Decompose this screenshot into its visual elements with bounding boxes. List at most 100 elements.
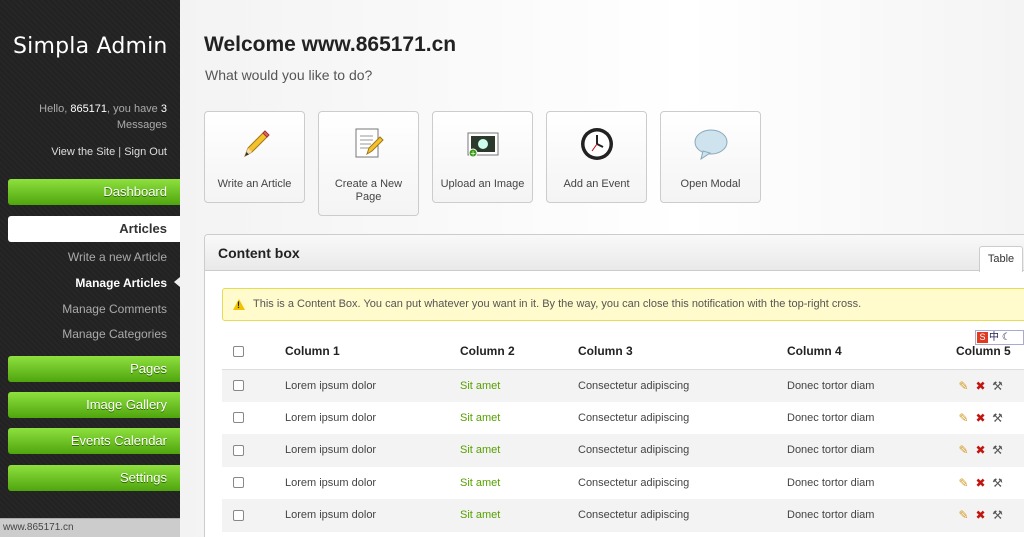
profile-links: View the Site | Sign Out	[51, 146, 167, 158]
hammer-icon[interactable]: ⚒	[990, 508, 1005, 522]
table-cell: Consectetur adipiscing	[578, 476, 690, 489]
shortcut-add-event[interactable]: Add an Event	[546, 111, 647, 203]
row-select	[222, 402, 285, 435]
view-site-link[interactable]: View the Site	[51, 146, 115, 158]
edit-icon[interactable]: ✎	[956, 379, 971, 393]
row-select	[222, 467, 285, 500]
row-checkbox[interactable]	[233, 509, 244, 521]
sign-out-link[interactable]: Sign Out	[124, 146, 167, 158]
shortcut-write-article[interactable]: Write an Article	[204, 111, 305, 203]
table-cell-link[interactable]: Sit amet	[460, 499, 578, 532]
row-checkbox[interactable]	[233, 477, 244, 489]
edit-icon[interactable]: ✎	[956, 508, 971, 522]
subnav-manage-articles[interactable]: Manage Articles	[75, 276, 167, 290]
row-actions: ✎ ✖ ⚒	[956, 499, 1024, 532]
table-cell-link[interactable]: Sit amet	[460, 369, 578, 402]
sidebar: Simpla Admin Hello, 865171, you have 3 M…	[0, 0, 180, 537]
hammer-icon[interactable]: ⚒	[990, 476, 1005, 490]
table-row: Lorem ipsum dolor Sit amet Consectetur a…	[222, 434, 1024, 467]
subnav-manage-comments[interactable]: Manage Comments	[62, 302, 167, 316]
table-cell-link[interactable]: Sit amet	[460, 434, 578, 467]
row-select	[222, 434, 285, 467]
shortcut-open-modal[interactable]: Open Modal	[660, 111, 761, 203]
delete-icon[interactable]: ✖	[973, 411, 988, 425]
shortcut-create-page[interactable]: Create a New Page	[318, 111, 419, 216]
nav-image-gallery[interactable]: Image Gallery	[8, 392, 180, 418]
delete-icon[interactable]: ✖	[973, 443, 988, 457]
hammer-icon[interactable]: ⚒	[990, 443, 1005, 457]
row-checkbox[interactable]	[233, 444, 244, 456]
table-cell: Consectetur adipiscing	[578, 434, 787, 467]
hammer-icon[interactable]: ⚒	[990, 411, 1005, 425]
shortcut-label: Upload an Image	[440, 178, 525, 190]
ime-toolbar[interactable]: S中 ☾	[975, 330, 1024, 345]
profile-you-have: , you have	[107, 103, 161, 115]
row-select	[222, 369, 285, 402]
brand-logo[interactable]: Simpla Admin	[13, 34, 168, 59]
nav-events-calendar[interactable]: Events Calendar	[8, 428, 180, 454]
select-all-checkbox[interactable]	[233, 346, 244, 358]
messages-link[interactable]: Messages	[117, 119, 167, 131]
profile-hello: Hello,	[39, 103, 71, 115]
table-cell: Consectetur adipiscing	[578, 369, 787, 402]
column-header[interactable]: Column 1	[285, 333, 460, 370]
svg-text:+: +	[470, 150, 476, 158]
nav-pages[interactable]: Pages	[8, 356, 180, 382]
data-table: Column 1 Column 2 Column 3 Column 4 Colu…	[222, 333, 1024, 532]
row-actions: ✎ ✖ ⚒	[956, 369, 1024, 402]
pencil-icon	[243, 130, 270, 158]
table-row: Lorem ipsum dolor Sit amet Consectetur a…	[222, 499, 1024, 532]
clock-icon	[580, 128, 613, 160]
delete-icon[interactable]: ✖	[973, 379, 988, 393]
main-content: Welcome www.865171.cn What would you lik…	[180, 0, 1024, 537]
sogou-icon: S	[977, 332, 988, 343]
table-cell: Lorem ipsum dolor	[285, 499, 460, 532]
row-checkbox[interactable]	[233, 412, 244, 424]
table-cell: Donec tortor diam	[787, 499, 956, 532]
table-cell: Consectetur adipiscing	[578, 499, 787, 532]
row-actions: ✎ ✖ ⚒	[956, 434, 1024, 467]
header-select-all	[222, 333, 285, 370]
table-cell: Donec tortor diam	[787, 434, 956, 467]
delete-icon[interactable]: ✖	[973, 508, 988, 522]
nav-dashboard[interactable]: Dashboard	[8, 179, 180, 205]
row-checkbox[interactable]	[233, 380, 244, 392]
table-cell: Lorem ipsum dolor	[285, 369, 460, 402]
row-select	[222, 499, 285, 532]
edit-icon[interactable]: ✎	[956, 411, 971, 425]
content-box-title: Content box	[218, 245, 300, 261]
row-actions: ✎ ✖ ⚒	[956, 402, 1024, 435]
nav-articles[interactable]: Articles	[8, 216, 180, 242]
column-header[interactable]: Column 2	[460, 333, 578, 370]
content-box: Content box Table This is a Content Box.…	[204, 234, 1024, 537]
edit-icon[interactable]: ✎	[956, 476, 971, 490]
column-header[interactable]: Column 3	[578, 333, 787, 370]
link-separator: |	[115, 146, 125, 158]
shortcut-upload-image[interactable]: + Upload an Image	[432, 111, 533, 203]
profile-username[interactable]: 865171	[70, 103, 107, 115]
page-subtitle: What would you like to do?	[205, 67, 373, 83]
hammer-icon[interactable]: ⚒	[990, 379, 1005, 393]
subnav-manage-categories[interactable]: Manage Categories	[62, 327, 167, 341]
table-cell: Donec tortor diam	[787, 369, 956, 402]
content-box-header: Content box Table	[205, 235, 1024, 272]
browser-status-bar: www.865171.cn	[0, 518, 180, 537]
edit-icon[interactable]: ✎	[956, 443, 971, 457]
moon-icon: ☾	[999, 332, 1011, 343]
nav-settings[interactable]: Settings	[8, 465, 180, 491]
subnav-write-article[interactable]: Write a new Article	[68, 250, 167, 264]
tab-table[interactable]: Table	[979, 246, 1023, 272]
notification-attention: This is a Content Box. You can put whate…	[222, 288, 1024, 321]
table-cell: Donec tortor diam	[787, 411, 875, 424]
message-count[interactable]: 3	[161, 103, 167, 115]
table-row: Lorem ipsum dolor Sit amet Consectetur a…	[222, 467, 1024, 500]
shortcut-label: Create a New Page	[334, 178, 403, 203]
table-cell-link[interactable]: Sit amet	[460, 402, 578, 435]
shortcut-label: Add an Event	[563, 178, 630, 190]
column-header[interactable]: Column 4	[787, 333, 956, 370]
table-cell: Lorem ipsum dolor	[285, 411, 377, 424]
table-cell-link[interactable]: Sit amet	[460, 467, 578, 500]
notification-text: This is a Content Box. You can put whate…	[253, 298, 862, 310]
ime-language[interactable]: 中	[989, 332, 999, 343]
delete-icon[interactable]: ✖	[973, 476, 988, 490]
